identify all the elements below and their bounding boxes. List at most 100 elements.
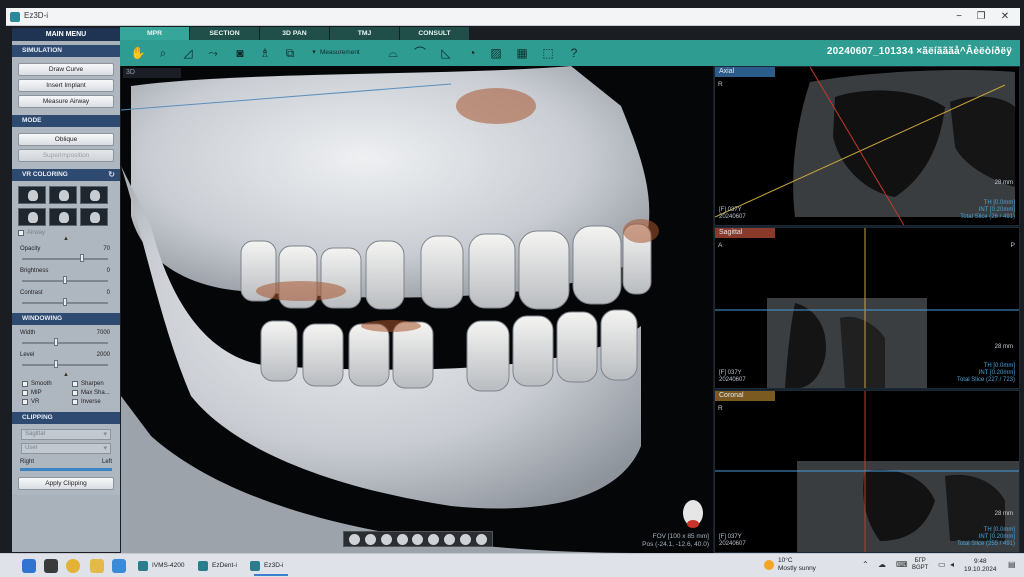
thickness: TH [0.0mm] (983, 200, 1015, 206)
max-sha-checkbox[interactable]: Max Sha... (72, 390, 118, 396)
windowing-header[interactable]: WINDOWING (12, 313, 120, 325)
axial-view[interactable]: Axial R 28 mm [F] 037Y 20240607 TH [0.0m… (714, 66, 1020, 226)
tab-mpr[interactable]: MPR (120, 27, 189, 40)
3d-view[interactable]: 3D FOV [100 x 85 mm] Pos (-24.1, -12.6, … (121, 66, 713, 553)
coronal-view[interactable]: Coronal R 28 mm [F] 037Y 20240607 TH [0.… (714, 390, 1020, 553)
start-icon[interactable] (22, 559, 36, 573)
weather-widget[interactable]: 10°C Mostly sunny (764, 557, 816, 573)
slider-knob[interactable] (63, 298, 67, 306)
keyboard-icon[interactable]: ⌨ (896, 560, 908, 569)
refresh-icon[interactable]: ↻ (108, 169, 115, 181)
app-pinned-icon[interactable] (112, 559, 126, 573)
slider-track[interactable] (22, 258, 108, 260)
width-slider[interactable]: Width 7000 (16, 328, 116, 350)
vr-preset-thumb[interactable] (49, 186, 77, 204)
orientation-preset-icon[interactable] (380, 533, 392, 545)
orientation-preset-icon[interactable] (475, 533, 487, 545)
curve-measure-icon[interactable]: ⤳ (205, 45, 221, 61)
vr-preset-thumb[interactable] (80, 186, 108, 204)
angle-icon[interactable]: ◿ (180, 45, 196, 61)
image-icon[interactable]: ▨ (488, 45, 504, 61)
hand-icon[interactable]: ✋ (130, 45, 146, 61)
clipping-header[interactable]: CLIPPING (12, 412, 120, 424)
head-orientation-icon[interactable] (679, 498, 707, 532)
slider-track[interactable] (22, 364, 108, 366)
taskbar-app-ez3d[interactable]: Ez3D-i (248, 558, 294, 576)
contrast-slider[interactable]: Contrast 0 (16, 288, 116, 310)
vr-coloring-header[interactable]: VR COLORING ↻ (12, 169, 120, 181)
vr-preset-thumb[interactable] (80, 208, 108, 226)
network-icon[interactable]: ▭ (938, 560, 946, 569)
orientation-preset-icon[interactable] (412, 533, 424, 545)
maximize-button[interactable]: ❐ (970, 9, 992, 25)
slider-track[interactable] (22, 342, 108, 344)
sagittal-view[interactable]: Sagittal A P 28 mm [F] 037Y 20240607 TH … (714, 227, 1020, 389)
taskbar-app-ivms[interactable]: IVMS-4200 (136, 558, 192, 574)
insert-implant-button[interactable]: Insert Implant (18, 79, 114, 92)
clock[interactable]: 9:48 19.10.2024 (964, 558, 997, 574)
orientation-preset-icon[interactable] (443, 533, 455, 545)
task-view-icon[interactable] (44, 559, 58, 573)
help-icon[interactable]: ? (566, 45, 582, 61)
mode-header[interactable]: MODE (12, 115, 120, 127)
close-button[interactable]: ✕ (994, 9, 1016, 25)
language-indicator[interactable]: БГР BGPT (912, 558, 928, 572)
grid-icon[interactable]: ▦ (514, 45, 530, 61)
layers-icon[interactable]: ⧉ (282, 45, 298, 61)
orientation-preset-icon[interactable] (365, 533, 377, 545)
slider-knob[interactable] (54, 360, 59, 368)
ruler-arc-icon[interactable]: ⌓ (385, 45, 401, 61)
orientation-preset-icon[interactable] (396, 533, 408, 545)
measurement-label[interactable]: Measurement (320, 49, 360, 56)
angle-arc-icon[interactable]: ⌒ (412, 45, 428, 61)
cube-icon[interactable]: ⬚ (540, 45, 556, 61)
slider-knob[interactable] (54, 338, 59, 346)
vr-preset-thumb[interactable] (49, 208, 77, 226)
tab-section[interactable]: SECTION (190, 27, 259, 40)
chevron-up-icon[interactable]: ⌃ (862, 560, 869, 569)
patient-id: [F] 037Y (719, 370, 742, 376)
orientation-p: P (1010, 242, 1015, 249)
vr-preset-thumb[interactable] (18, 208, 46, 226)
clipping-plane-select[interactable]: Sagittal (21, 429, 111, 440)
tooth-icon[interactable]: ♗ (257, 45, 273, 61)
level-slider[interactable]: Level 2000 (16, 350, 116, 372)
clipping-slider[interactable] (20, 468, 112, 471)
sharpen-checkbox[interactable]: Sharpen (72, 381, 118, 387)
browser-icon[interactable] (66, 559, 80, 573)
circle-measure-icon[interactable]: ◔ (464, 45, 480, 61)
notification-icon[interactable]: ▤ (1008, 560, 1016, 569)
superimposition-button[interactable]: Superimposition (18, 149, 114, 162)
tab-consult[interactable]: CONSULT (400, 27, 469, 40)
tab-tmj[interactable]: TMJ (330, 27, 399, 40)
cloud-icon[interactable]: ☁ (878, 560, 886, 569)
draw-curve-button[interactable]: Draw Curve (18, 63, 114, 76)
minimize-button[interactable]: − (948, 9, 970, 25)
tab-3d-pan[interactable]: 3D PAN (260, 27, 329, 40)
zoom-icon[interactable]: ⌕ (155, 45, 171, 61)
camera-icon[interactable]: ◙ (232, 45, 248, 61)
apply-clipping-button[interactable]: Apply Clipping (18, 477, 114, 490)
inverse-checkbox[interactable]: Inverse (72, 399, 118, 405)
orientation-preset-icon[interactable] (459, 533, 471, 545)
measure-airway-button[interactable]: Measure Airway (18, 95, 114, 108)
clipping-mode-select[interactable]: User (21, 443, 111, 454)
smooth-checkbox[interactable]: Smooth (22, 381, 68, 387)
brightness-slider[interactable]: Brightness 0 (16, 266, 116, 288)
taskbar-app-ezdent[interactable]: EzDent-i (196, 558, 244, 574)
slider-knob[interactable] (63, 276, 67, 284)
orientation-preset-icon[interactable] (428, 533, 440, 545)
vr-preset-thumb[interactable] (18, 186, 46, 204)
triangle-measure-icon[interactable]: ◺ (438, 45, 454, 61)
file-explorer-icon[interactable] (90, 559, 104, 573)
speaker-icon[interactable]: ◂ (950, 560, 954, 569)
vr-checkbox[interactable]: VR (22, 399, 68, 405)
opacity-slider[interactable]: Opacity 70 (16, 244, 116, 266)
checkbox-box (18, 230, 24, 236)
mip-checkbox[interactable]: MIP (22, 390, 68, 396)
orientation-preset-icon[interactable] (349, 533, 361, 545)
slider-knob[interactable] (80, 254, 85, 262)
main-menu-header[interactable]: MAIN MENU (12, 28, 120, 41)
oblique-button[interactable]: Oblique (18, 133, 114, 146)
simulation-header[interactable]: SIMULATION (12, 45, 120, 57)
